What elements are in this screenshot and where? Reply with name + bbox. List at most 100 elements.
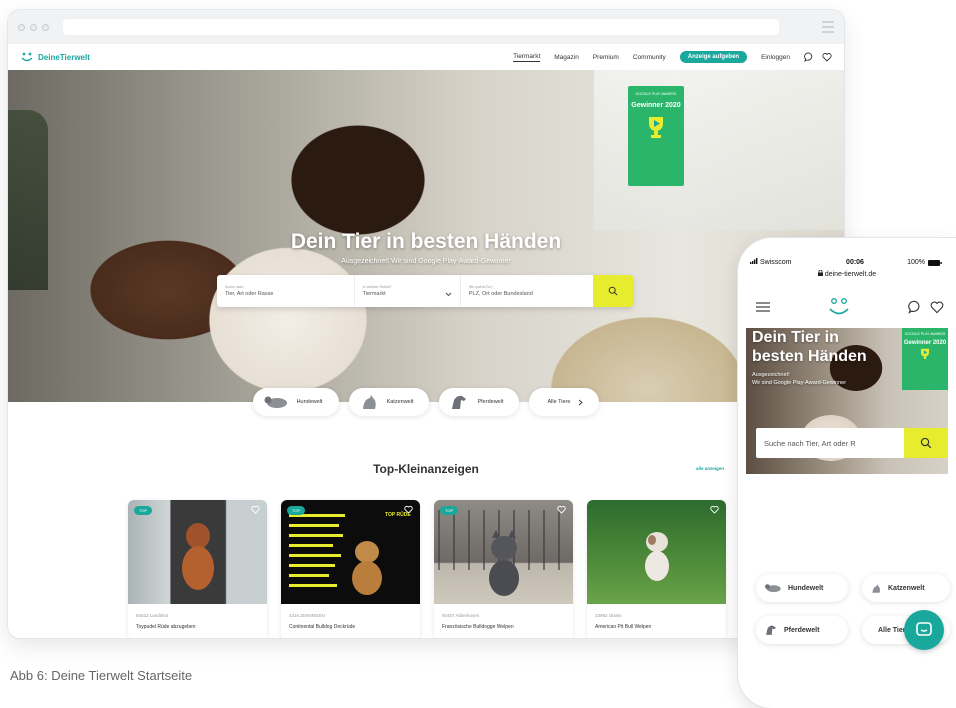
nav-magazin[interactable]: Magazin <box>554 54 579 61</box>
heart-icon[interactable] <box>404 505 413 514</box>
ad-text-graphic <box>289 514 345 587</box>
pitbull-puppy-photo <box>645 532 669 581</box>
french-bulldog-photo <box>489 530 519 596</box>
top-badge: TOP <box>440 506 459 515</box>
ad-photo-pitbull <box>587 500 726 604</box>
ad-card[interactable]: TOP 50457 Aldenhoven Französische Bulldo… <box>434 500 573 638</box>
poodle-photo <box>182 523 214 590</box>
search-icon <box>608 286 618 296</box>
dog-icon <box>264 396 287 408</box>
chip-pferdewelt[interactable]: Pferdewelt <box>439 388 520 416</box>
search-button[interactable] <box>593 275 633 307</box>
browser-menu-icon[interactable] <box>822 21 834 33</box>
chat-icon[interactable] <box>804 52 814 62</box>
search-field-category[interactable]: In welcher Rubrik? Tiermarkt <box>355 275 461 307</box>
google-play-award-badge: GOOGLE PLAY AWARDS Gewinner 2020 <box>902 328 948 390</box>
paw-logo-icon <box>21 52 33 62</box>
mobile-phone-mockup: Swisscom 00:06 100% deine-tierwelt.de De… <box>738 238 956 708</box>
chat-bubble-icon <box>916 622 932 636</box>
heart-icon[interactable] <box>930 300 944 314</box>
post-ad-button[interactable]: Anzeige aufgeben <box>679 51 748 63</box>
award-caption: GOOGLE PLAY AWARDS <box>635 92 677 96</box>
search-bar: Suche nach Tier, Art oder Rasse In welch… <box>217 275 633 307</box>
bulldog-photo <box>352 541 382 595</box>
trophy-icon <box>921 348 929 360</box>
ad-location: 50457 Aldenhoven <box>442 613 480 618</box>
login-link[interactable]: Einloggen <box>761 54 790 61</box>
phone-url-bar[interactable]: deine-tierwelt.de <box>738 268 956 278</box>
dog-icon <box>765 584 781 593</box>
phone-hero-title-line: Dein Tier in <box>752 329 839 346</box>
phone-search-input[interactable]: Suche nach Tier, Art oder R <box>756 428 904 458</box>
horse-icon <box>766 625 776 635</box>
award-caption: GOOGLE PLAY AWARDS <box>904 332 946 336</box>
google-play-award-badge: GOOGLE PLAY AWARDS Gewinner 2020 <box>628 86 684 186</box>
chat-launcher-button[interactable] <box>904 610 944 650</box>
hero-banner: GOOGLE PLAY AWARDS Gewinner 2020 Dein Ti… <box>8 70 844 402</box>
search-field-term[interactable]: Suche nach Tier, Art oder Rasse <box>217 275 355 307</box>
search-field-location[interactable]: Wo suchst Du? PLZ, Ort oder Bundesland <box>461 275 593 307</box>
award-title: Gewinner 2020 <box>903 340 947 347</box>
ad-title: Toypudel Rüde abzugeben <box>136 624 196 630</box>
phone-hero-subtitle-line: Wir sind Google Play-Award-Gewinner <box>752 379 847 386</box>
cat-icon <box>362 395 376 409</box>
url-bar[interactable] <box>63 19 779 35</box>
award-title: Gewinner 2020 <box>631 102 681 110</box>
phone-search-bar: Suche nach Tier, Art oder R <box>756 428 948 458</box>
chip-katzenwelt[interactable]: Katzenwelt <box>862 574 950 602</box>
main-nav: Tiermarkt Magazin Premium Community Anze… <box>513 51 832 63</box>
heart-icon[interactable] <box>251 505 260 514</box>
phone-status-bar: Swisscom 00:06 100% <box>738 238 956 268</box>
heart-icon[interactable] <box>822 52 832 62</box>
cat-icon <box>872 583 880 593</box>
browser-chrome <box>8 10 844 44</box>
hero-title: Dein Tier in besten Händen <box>290 230 562 253</box>
window-dot[interactable] <box>18 23 25 31</box>
desktop-browser-mockup: DeineTierwelt Tiermarkt Magazin Premium … <box>8 10 844 638</box>
phone-url: deine-tierwelt.de <box>824 271 877 278</box>
search-field-value: PLZ, Ort oder Bundesland <box>468 291 533 297</box>
paw-logo-icon[interactable] <box>826 296 852 318</box>
show-all-link[interactable]: alle anzeigen <box>696 466 724 471</box>
phone-hero-subtitle: Ausgezeichnet! Wir sind Google Play-Awar… <box>752 372 846 387</box>
chip-hundewelt[interactable]: Hundewelt <box>252 388 339 416</box>
ad-photo-poodle: TOP <box>128 500 267 604</box>
heart-icon[interactable] <box>710 505 719 514</box>
category-select[interactable]: Tiermarkt <box>363 291 452 297</box>
chat-icon[interactable] <box>908 300 922 314</box>
nav-tiermarkt[interactable]: Tiermarkt <box>513 53 541 62</box>
chevron-down-icon <box>445 292 452 296</box>
chip-katzenwelt[interactable]: Katzenwelt <box>348 388 430 416</box>
chip-alle-tiere[interactable]: Alle Tiere <box>529 388 600 416</box>
nav-premium[interactable]: Premium <box>593 54 619 61</box>
chip-label: Hundewelt <box>296 399 323 405</box>
ad-card[interactable]: TOP RÜDE TOP 4316 ZEININGEN Continental … <box>281 500 420 638</box>
top-badge: TOP <box>287 506 306 515</box>
ad-card[interactable]: TOP 84032 Landshut Toypudel Rüde abzugeb… <box>128 500 267 638</box>
nav-community[interactable]: Community <box>633 54 666 61</box>
heart-icon[interactable] <box>557 505 566 514</box>
site-header: DeineTierwelt Tiermarkt Magazin Premium … <box>8 44 844 70</box>
chip-label: Katzenwelt <box>888 584 925 592</box>
ad-card[interactable]: 23992 Glasin American Pit Bull Welpen <box>587 500 726 638</box>
hero-subtitle: Ausgezeichnet! Wir sind Google Play-Awar… <box>341 258 511 265</box>
window-dot[interactable] <box>30 23 37 31</box>
category-chips: Hundewelt Katzenwelt Pferdewelt Alle Tie… <box>8 388 844 416</box>
search-button[interactable] <box>904 428 948 458</box>
window-dot[interactable] <box>42 23 49 31</box>
chip-hundewelt[interactable]: Hundewelt <box>756 574 848 602</box>
phone-hero-subtitle-line: Ausgezeichnet! <box>752 372 790 378</box>
hamburger-menu-icon[interactable] <box>756 302 770 312</box>
top-badge: TOP <box>134 506 153 515</box>
horse-icon <box>452 395 467 409</box>
ad-location: 23992 Glasin <box>595 613 622 618</box>
logo[interactable]: DeineTierwelt <box>20 51 90 63</box>
window-controls <box>18 23 49 31</box>
chip-pferdewelt[interactable]: Pferdewelt <box>756 616 848 644</box>
battery-status: 100% <box>907 259 942 266</box>
ad-card-list: TOP 84032 Landshut Toypudel Rüde abzugeb… <box>128 500 726 638</box>
ad-title: American Pit Bull Welpen <box>595 624 652 630</box>
search-field-label: Wo suchst Du? <box>468 285 493 289</box>
carrier-name: Swisscom <box>759 259 792 266</box>
lock-icon <box>817 269 823 276</box>
